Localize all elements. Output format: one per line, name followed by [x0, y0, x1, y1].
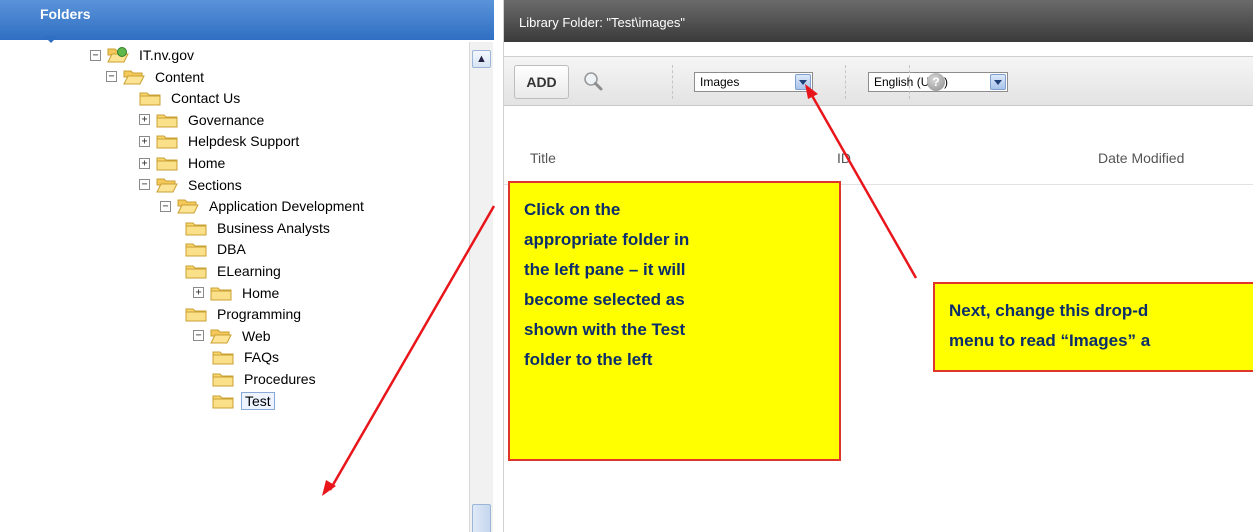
callout-line: the left pane – it will [524, 260, 686, 279]
tree-node-label[interactable]: Procedures [241, 371, 319, 387]
folder-open-icon [177, 198, 199, 214]
callout-line: folder to the left [524, 350, 653, 369]
tree-node-label[interactable]: Content [152, 69, 207, 85]
tree-node-label[interactable]: ELearning [214, 263, 284, 279]
folders-header-title: Folders [40, 6, 91, 22]
tree-node-label[interactable]: Home [185, 155, 228, 171]
tree-node[interactable]: Procedures [212, 368, 319, 390]
tree-node[interactable]: DBA [185, 238, 249, 260]
collapse-icon[interactable]: − [90, 49, 101, 61]
column-date-modified[interactable]: Date Modified [1098, 150, 1184, 166]
site-root-icon [107, 47, 129, 63]
tree-node[interactable]: ELearning [185, 260, 284, 282]
folders-pane: Folders − IT.nv.gov − Content Contact Us + Gov… [0, 0, 494, 532]
folder-icon [212, 371, 234, 387]
tree-node-label[interactable]: Application Development [206, 198, 367, 214]
tree-node[interactable]: − Content [106, 66, 207, 88]
folder-open-icon [123, 69, 145, 85]
folder-icon [185, 220, 207, 236]
collapse-icon[interactable]: − [193, 330, 204, 342]
toolbar-divider [845, 65, 846, 99]
instruction-callout-dropdown: Next, change this drop-d menu to read “I… [933, 282, 1253, 372]
folder-open-icon [210, 328, 232, 344]
tree-scrollbar[interactable]: ▲ [469, 42, 493, 532]
tree-node[interactable]: − Sections [139, 174, 245, 196]
tree-node[interactable]: Contact Us [139, 87, 243, 109]
column-title[interactable]: Title [530, 150, 556, 166]
folder-icon [185, 306, 207, 322]
scroll-up-icon[interactable]: ▲ [472, 50, 491, 68]
folders-header: Folders [0, 0, 494, 43]
tree-node[interactable]: Programming [185, 303, 304, 325]
toolbar-divider [909, 65, 910, 99]
toolbar-divider [672, 65, 673, 99]
tree-node[interactable]: − Web [193, 325, 274, 347]
tree-node-label[interactable]: Business Analysts [214, 220, 333, 236]
callout-line: menu to read “Images” a [949, 331, 1151, 350]
tree-node-label[interactable]: Web [239, 328, 274, 344]
expand-icon[interactable]: + [139, 135, 150, 147]
tree-node-label[interactable]: DBA [214, 241, 249, 257]
folder-icon [156, 112, 178, 128]
tree-node[interactable]: − IT.nv.gov [90, 44, 197, 66]
folder-open-icon [156, 177, 178, 193]
list-header: Title ID Date Modified [504, 140, 1253, 185]
tree-node[interactable]: + Governance [139, 109, 267, 131]
tree-node[interactable]: FAQs [212, 346, 282, 368]
tree-node-label[interactable]: Helpdesk Support [185, 133, 302, 149]
tree-node[interactable]: − Application Development [160, 195, 367, 217]
column-id[interactable]: ID [837, 150, 851, 166]
collapse-icon[interactable]: − [139, 179, 150, 191]
callout-line: Next, change this drop-d [949, 301, 1149, 320]
chevron-down-icon[interactable] [795, 74, 811, 90]
tree-node[interactable]: + Helpdesk Support [139, 130, 302, 152]
tree-node-label[interactable]: Sections [185, 177, 245, 193]
content-type-value: Images [700, 75, 740, 89]
library-folder-title: Library Folder: "Test\images" [504, 0, 1253, 42]
content-type-select[interactable]: Images [694, 72, 813, 92]
tree-node-label[interactable]: Test [241, 391, 275, 410]
add-button[interactable]: ADD [514, 65, 569, 99]
chevron-down-icon[interactable] [990, 74, 1006, 90]
tree-node[interactable]: + Home [193, 282, 282, 304]
expand-icon[interactable]: + [139, 114, 150, 126]
folder-icon [210, 285, 232, 301]
tree-node-label[interactable]: Home [239, 285, 282, 301]
tree-node[interactable]: + Home [139, 152, 228, 174]
callout-line: appropriate folder in [524, 230, 690, 249]
folder-icon [212, 349, 234, 365]
folder-icon [139, 90, 161, 106]
folder-icon [156, 155, 178, 171]
tree-node[interactable]: Business Analysts [185, 217, 333, 239]
help-icon[interactable]: ? [927, 73, 945, 91]
tree-node-label[interactable]: Programming [214, 306, 304, 322]
folder-tree: − IT.nv.gov − Content Contact Us + Governance +… [0, 42, 470, 532]
instruction-callout-folder: Click on the appropriate folder in the l… [508, 181, 841, 461]
library-toolbar: ADD Images English (U.S.) ? [504, 56, 1253, 106]
folder-icon [156, 133, 178, 149]
callout-line: shown with the Test [524, 320, 686, 339]
tree-node-label[interactable]: FAQs [241, 349, 282, 365]
tree-node-label[interactable]: Governance [185, 112, 267, 128]
expand-icon[interactable]: + [139, 157, 150, 169]
collapse-icon[interactable]: − [106, 71, 117, 83]
expand-icon[interactable]: + [193, 287, 204, 299]
callout-line: become selected as [524, 290, 685, 309]
folder-icon [185, 241, 207, 257]
search-icon[interactable] [582, 70, 604, 92]
tree-node-label[interactable]: Contact Us [168, 90, 243, 106]
folder-icon [185, 263, 207, 279]
folder-icon [212, 393, 234, 409]
tree-node-label[interactable]: IT.nv.gov [136, 47, 197, 63]
callout-line: Click on the [524, 200, 621, 219]
collapse-icon[interactable]: − [160, 200, 171, 212]
tree-node[interactable]: Test [212, 390, 275, 412]
scroll-thumb[interactable] [472, 504, 491, 532]
